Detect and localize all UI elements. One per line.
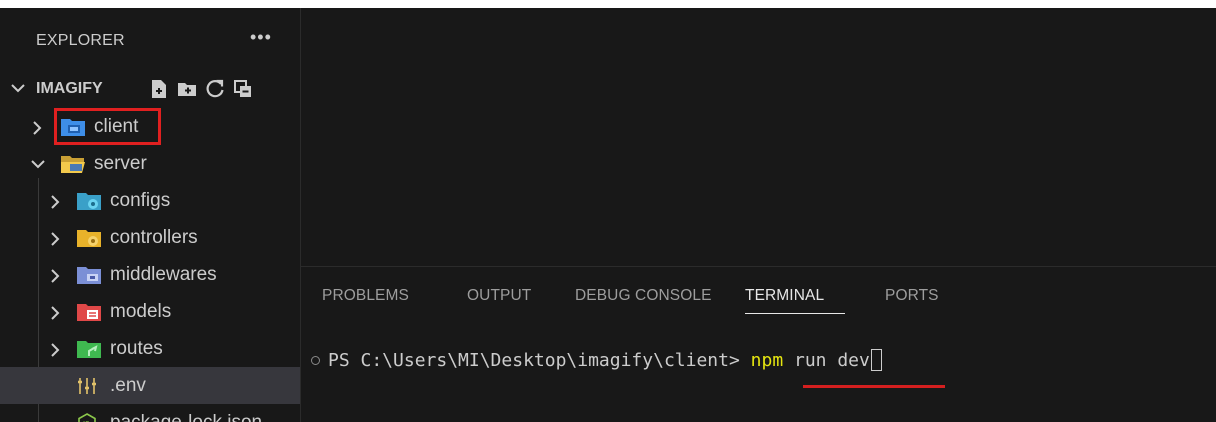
chevron-right-icon [51, 343, 60, 357]
tree-item-controllers[interactable]: controllers [0, 219, 300, 256]
folder-models-icon [77, 304, 101, 321]
folder-middleware-icon [77, 267, 101, 284]
workspace-name: IMAGIFY [36, 80, 103, 97]
bottom-panel: PROBLEMS OUTPUT DEBUG CONSOLE TERMINAL P… [301, 266, 1216, 422]
terminal-line[interactable]: PS C:\Users\MI\Desktop\imagify\client> n… [311, 349, 882, 371]
tree-item-label: middlewares [110, 264, 217, 285]
terminal-command: npm [750, 349, 784, 371]
terminal-prompt: PS C:\Users\MI\Desktop\imagify\client> [328, 349, 751, 371]
tree-item-label: .env [110, 375, 146, 396]
terminal-cursor [870, 349, 882, 371]
nodejs-file-icon: JS [78, 413, 96, 422]
tab-terminal[interactable]: TERMINAL [745, 287, 824, 305]
tree-item-routes[interactable]: routes [0, 330, 300, 367]
terminal-args: run dev [783, 349, 870, 371]
command-status-icon [311, 355, 320, 365]
annotation-underline [803, 385, 945, 388]
chevron-down-icon [31, 160, 45, 169]
folder-controller-icon [77, 230, 101, 247]
workspace-root[interactable]: IMAGIFY [0, 74, 300, 104]
tab-ports[interactable]: PORTS [885, 287, 939, 305]
vscode-window: EXPLORER ••• IMAGIFY client server confi… [0, 8, 1216, 422]
annotation-highlight-box [54, 108, 161, 145]
tab-debug-console[interactable]: DEBUG CONSOLE [575, 287, 712, 305]
chevron-right-icon [51, 269, 60, 283]
folder-config-icon [77, 193, 101, 210]
active-tab-indicator [745, 313, 845, 314]
tree-item-server[interactable]: server [0, 145, 300, 182]
collapse-all-icon[interactable] [232, 78, 254, 100]
tree-item-label: server [94, 153, 147, 174]
tree-item-models[interactable]: models [0, 293, 300, 330]
tree-item-configs[interactable]: configs [0, 182, 300, 219]
explorer-actions [148, 78, 254, 100]
tree-item-label: configs [110, 190, 171, 211]
new-file-icon[interactable] [148, 78, 170, 100]
tree-item-middlewares[interactable]: middlewares [0, 256, 300, 293]
tree-item-label: models [110, 301, 172, 322]
chevron-right-icon [51, 195, 60, 209]
tree-item-label: routes [110, 338, 163, 359]
tab-output[interactable]: OUTPUT [467, 287, 531, 305]
more-actions-icon[interactable]: ••• [250, 28, 272, 46]
chevron-right-icon [33, 121, 42, 135]
tab-problems[interactable]: PROBLEMS [322, 287, 409, 305]
chevron-down-icon [11, 84, 25, 93]
folder-routes-icon [77, 341, 101, 358]
chevron-right-icon [51, 306, 60, 320]
chevron-right-icon [51, 232, 60, 246]
tree-item-label: controllers [110, 227, 198, 248]
explorer-sidebar: EXPLORER ••• IMAGIFY client server confi… [0, 8, 301, 422]
refresh-icon[interactable] [204, 78, 226, 100]
new-folder-icon[interactable] [176, 78, 198, 100]
folder-server-open-icon [61, 156, 85, 173]
tree-item-package-lock[interactable]: JS package-lock.json [0, 404, 300, 422]
tree-item-label: package-lock.json [110, 412, 262, 422]
tree-item-env[interactable]: .env [0, 367, 300, 404]
explorer-title: EXPLORER [36, 32, 125, 49]
env-file-icon [78, 378, 96, 394]
